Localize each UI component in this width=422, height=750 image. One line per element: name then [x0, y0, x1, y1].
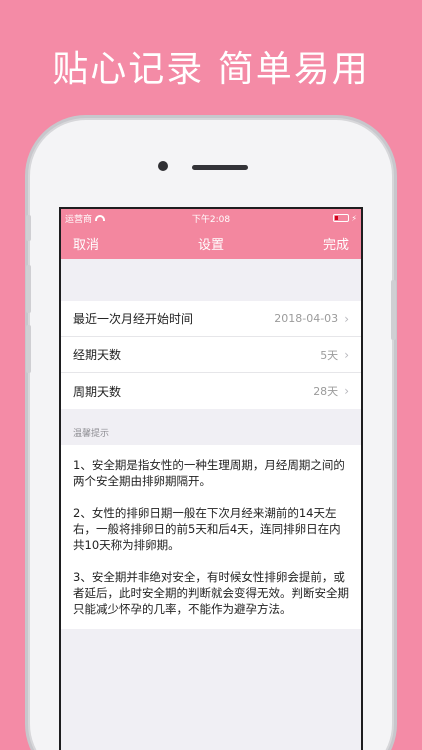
setting-label: 最近一次月经开始时间: [73, 312, 194, 326]
app-screen: 运营商 下午2:08 ⚡ 取消 设置 完成 最近一次月经开始时间 2018-04…: [59, 207, 363, 750]
tips-header: 温馨提示: [73, 429, 110, 439]
earpiece-speaker: [192, 165, 248, 170]
volume-up-button: [26, 265, 31, 313]
status-bar: 运营商 下午2:08 ⚡: [61, 209, 361, 227]
chevron-right-icon: ›: [344, 311, 349, 326]
nav-bar: 取消 设置 完成: [61, 227, 361, 259]
front-camera: [158, 161, 168, 171]
cancel-button[interactable]: 取消: [73, 234, 99, 253]
mute-switch: [26, 215, 31, 241]
setting-label: 经期天数: [73, 348, 122, 362]
battery-icon: [333, 214, 350, 222]
tip-paragraph: 2、女性的排卵日期一般在下次月经来潮前的14天左右，一般将排卵日的前5天和后4天…: [73, 506, 341, 552]
setting-value: 5天: [320, 348, 339, 362]
done-button[interactable]: 完成: [323, 234, 349, 253]
tip-paragraph: 3、安全期并非绝对安全，有时候女性排卵会提前，或者延后，此时安全期的判断就会变得…: [73, 570, 349, 616]
tips-box: 1、安全期是指女性的一种生理周期，月经周期之间的两个安全期由排卵期隔开。 2、女…: [61, 445, 361, 629]
promo-headline: 贴心记录 简单易用: [52, 49, 370, 90]
chevron-right-icon: ›: [344, 384, 349, 398]
settings-list: 最近一次月经开始时间 2018-04-03 › 经期天数 5天 › 周期天数 2…: [61, 301, 361, 409]
setting-row-cycle-days[interactable]: 周期天数 28天 ›: [61, 373, 361, 409]
volume-down-button: [26, 325, 31, 373]
status-time: 下午2:08: [191, 214, 231, 225]
setting-row-last-period-start[interactable]: 最近一次月经开始时间 2018-04-03 ›: [61, 301, 361, 337]
setting-label: 周期天数: [73, 384, 122, 399]
setting-value: 28天: [313, 385, 339, 398]
nav-title: 设置: [197, 237, 224, 253]
setting-value: 2018-04-03: [274, 312, 339, 325]
setting-row-period-days[interactable]: 经期天数 5天 ›: [61, 337, 361, 373]
power-button: [391, 280, 396, 340]
tip-paragraph: 1、安全期是指女性的一种生理周期，月经周期之间的两个安全期由排卵期隔开。: [73, 458, 345, 488]
chevron-right-icon: ›: [344, 347, 349, 362]
